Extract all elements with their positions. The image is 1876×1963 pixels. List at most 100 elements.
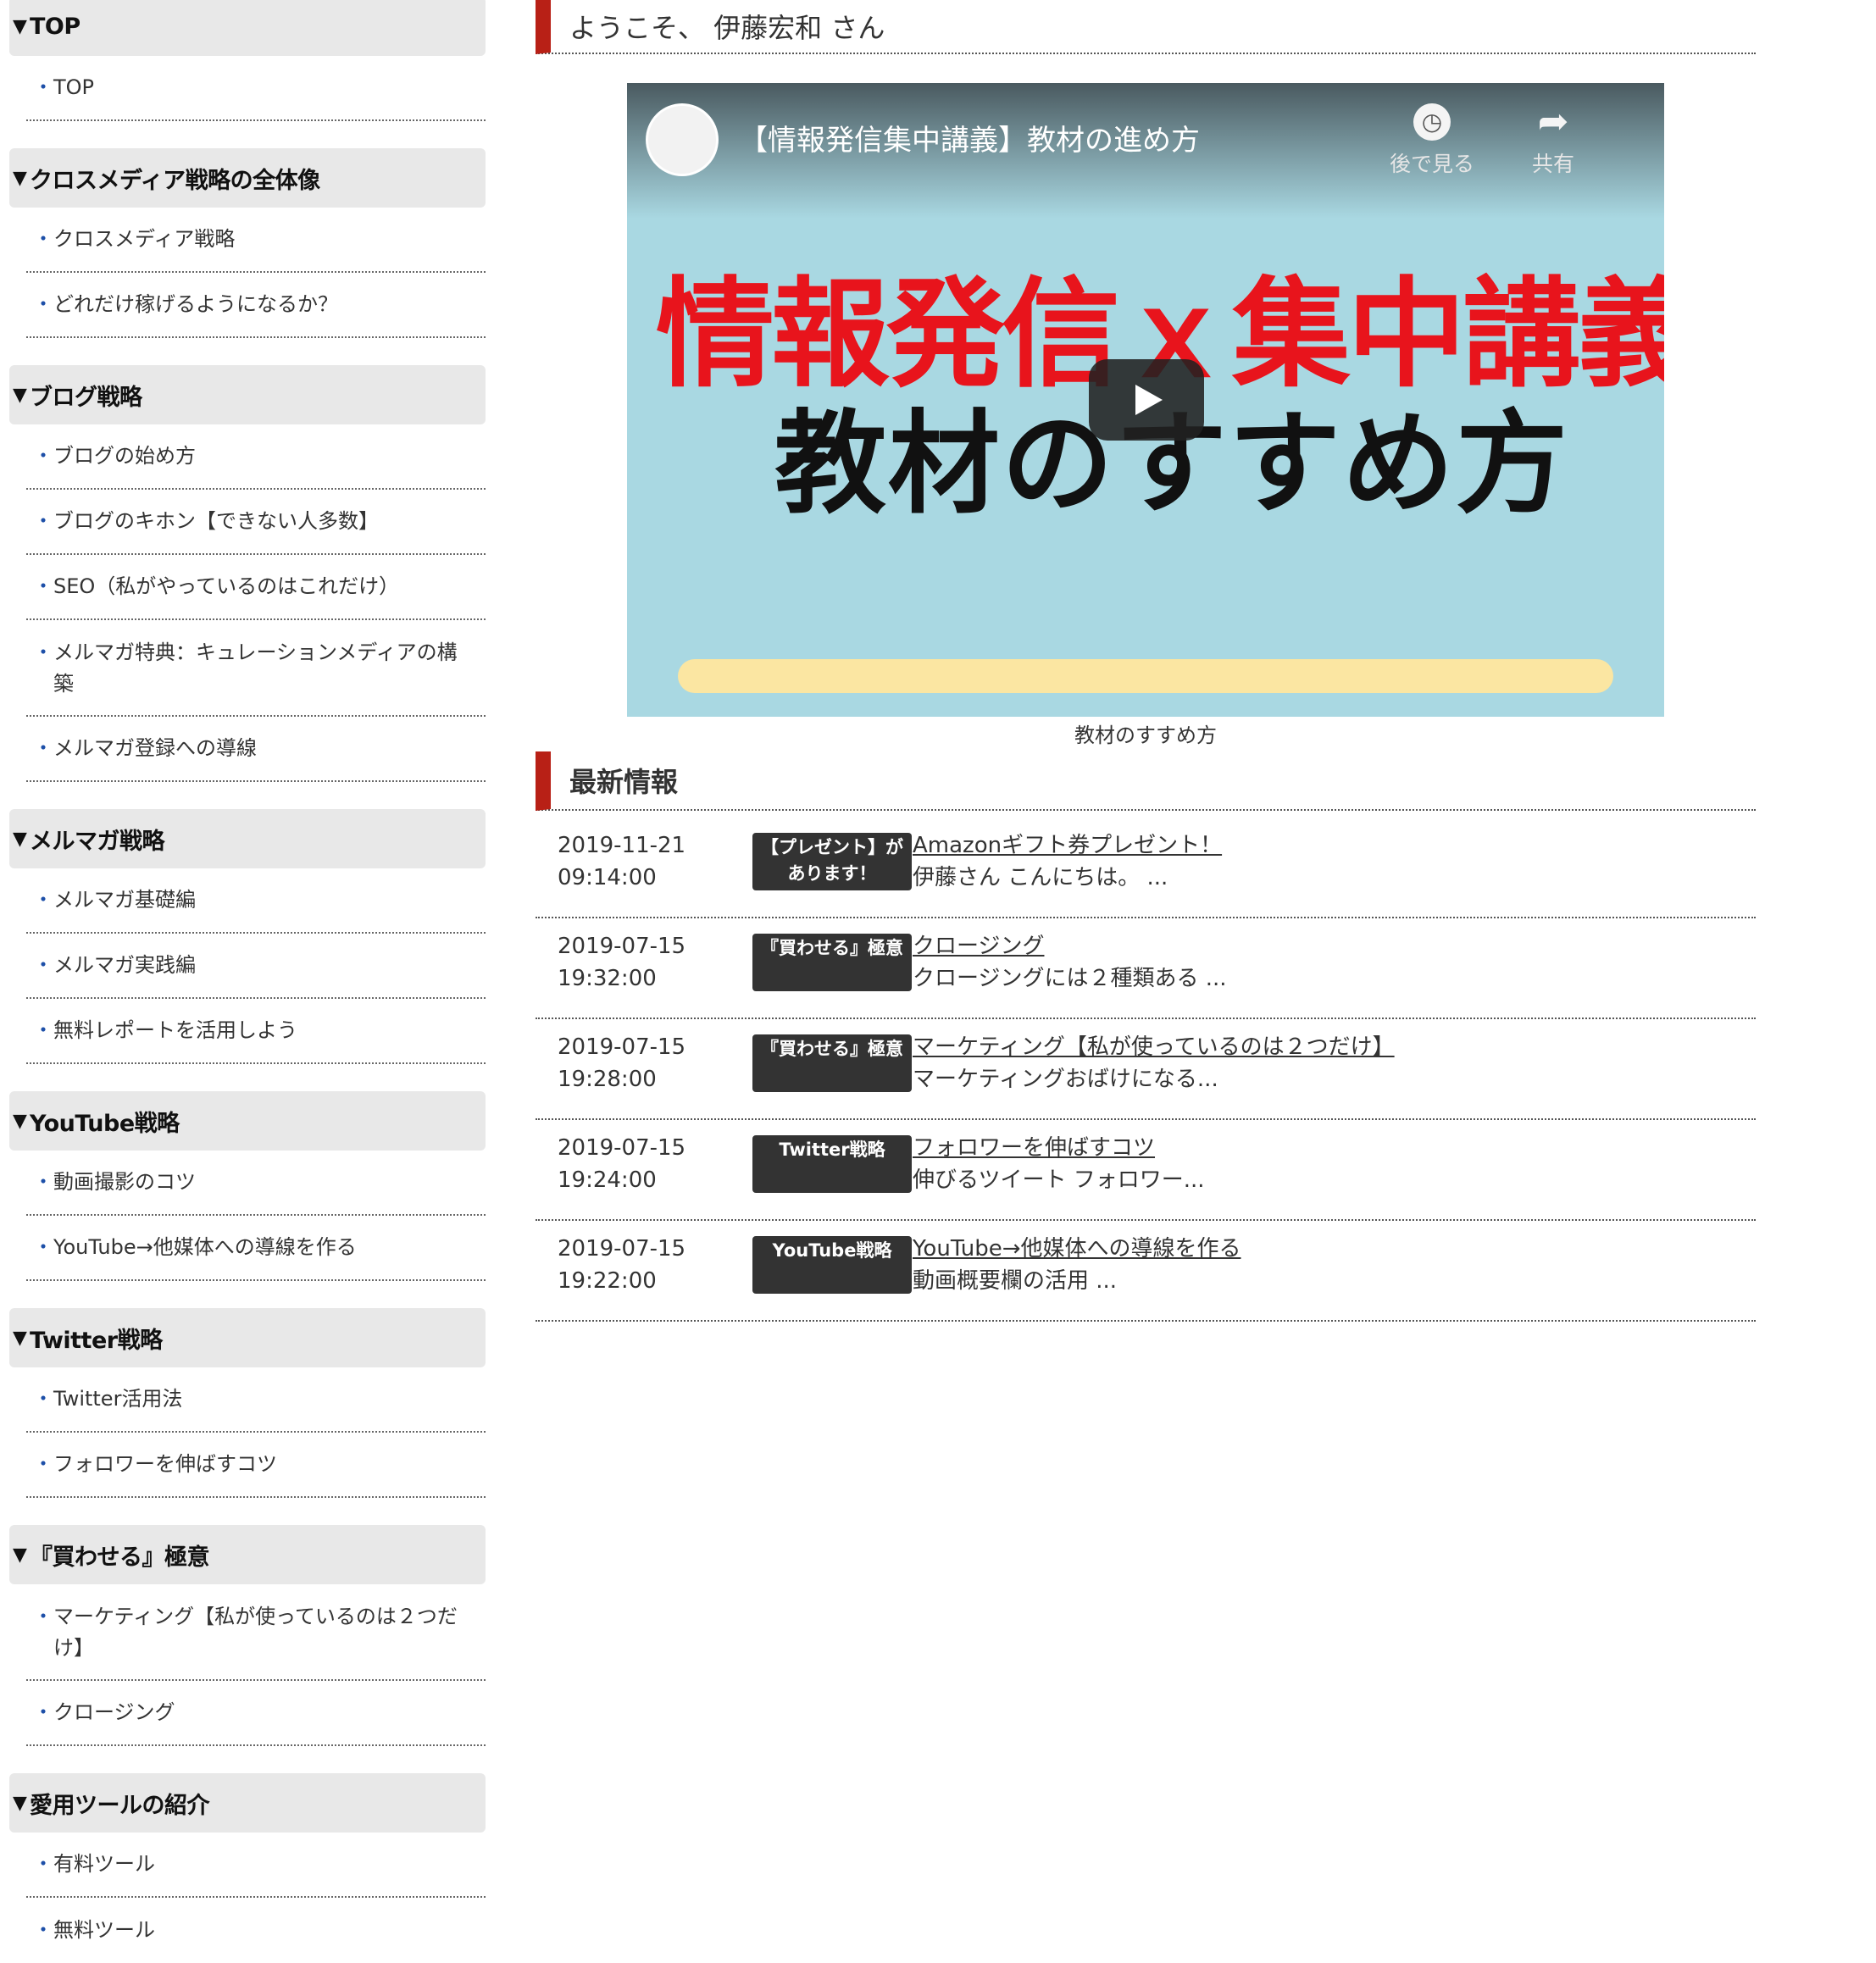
news-time: 19:28:00 (558, 1067, 657, 1092)
sidebar-category[interactable]: ▼ クロスメディア戦略の全体像 (9, 148, 486, 208)
video-player[interactable]: 情報発信ｘ集中講義 教材のすすめ方 【情報発信集中講義】教材の進め方 ◷ 後で見… (627, 83, 1664, 717)
welcome-text: ようこそ、 伊藤宏和 さん (569, 12, 885, 44)
news-row: 2019-07-15 19:22:00 YouTube戦略 YouTube→他媒体への… (536, 1223, 1756, 1322)
video-title[interactable]: 【情報発信集中講義】教材の進め方 (739, 117, 1200, 158)
sidebar: ▼ TOP ・ TOP ▼ クロスメディア戦略の全体像・クロスメディア戦略・どれだけ稼げる… (9, 0, 486, 1963)
news-row: 2019-07-15 19:28:00 『買わせる』極意 マーケティング【私が使ってい… (536, 1021, 1756, 1120)
sidebar-category-title: TOP (30, 13, 80, 40)
sidebar-item[interactable]: ・ Twitter活用法 (26, 1367, 486, 1433)
sidebar-item-label: ブログのキホン【できない人多数】 (53, 509, 379, 533)
sidebar-item-label: 有料ツール (53, 1852, 155, 1876)
sidebar-item[interactable]: ・マーケティング【私が使っているのは２つだけ】 (26, 1584, 486, 1681)
sidebar-item-label: 動画撮影のコツ (53, 1170, 196, 1194)
share-arrow-icon: ➦ (1537, 100, 1569, 143)
latest-news-heading: 最新情報 (536, 751, 1756, 811)
sidebar-item[interactable]: ・ブログの始め方 (26, 424, 486, 490)
sidebar-item-label: Twitter活用法 (53, 1387, 183, 1411)
sidebar-item[interactable]: ・無料ツール (26, 1898, 486, 1963)
triangle-down-icon: ▼ (13, 15, 27, 37)
bullet-icon: ・ (33, 1452, 53, 1476)
sidebar-category-title: クロスメディア戦略の全体像 (30, 167, 320, 194)
channel-avatar[interactable] (646, 103, 719, 176)
sidebar-category-title: YouTube戦略 (30, 1110, 180, 1137)
sidebar-category-title: 愛用ツールの紹介 (30, 1792, 210, 1819)
news-datetime: 2019-11-21 09:14:00 (558, 829, 685, 894)
sidebar-item[interactable]: ・ SEO（私がやっているのはこれだけ） (26, 555, 486, 620)
triangle-down-icon: ▼ (13, 1792, 27, 1814)
news-title-link[interactable]: Amazonギフト券プレゼント！ (913, 829, 1222, 862)
sidebar-item-label: マーケティング【私が使っているのは２つだけ】 (53, 1605, 458, 1660)
sidebar-item[interactable]: ・フォロワーを伸ばすコツ (26, 1433, 486, 1498)
sidebar-item-label: ブログの始め方 (53, 444, 196, 468)
category-badge: 『買わせる』極意 (752, 934, 912, 991)
triangle-down-icon: ▼ (13, 1327, 27, 1349)
sidebar-item-label: クロージング (53, 1700, 175, 1724)
play-icon (1135, 385, 1163, 415)
sidebar-item[interactable]: ・どれだけ稼げるようになるか？ (26, 273, 486, 338)
news-excerpt: 伊藤さん こんにちは。 ... (913, 865, 1168, 890)
news-title-link[interactable]: フォロワーを伸ばすコツ (913, 1132, 1155, 1164)
sidebar-category[interactable]: ▼ ブログ戦略 (9, 365, 486, 424)
sidebar-category[interactable]: ▼ TOP (9, 0, 486, 56)
play-button[interactable] (1089, 359, 1204, 441)
sidebar-item-label: 無料レポートを活用しよう (53, 1018, 297, 1042)
sidebar-item[interactable]: ・メルマガ登録への導線 (26, 717, 486, 782)
sidebar-category[interactable]: ▼ メルマガ戦略 (9, 809, 486, 868)
sidebar-category[interactable]: ▼ Twitter戦略 (9, 1308, 486, 1367)
sidebar-item-label: メルマガ基礎編 (53, 888, 196, 912)
sidebar-item-label: メルマガ実践編 (53, 953, 196, 977)
bullet-icon: ・ (33, 1170, 53, 1194)
news-title-link[interactable]: YouTube→他媒体への導線を作る (913, 1233, 1241, 1265)
news-datetime: 2019-07-15 19:32:00 (558, 930, 685, 995)
share-button[interactable]: ➦ 共有 (1502, 103, 1604, 178)
sidebar-item[interactable]: ・無料レポートを活用しよう (26, 999, 486, 1064)
sidebar-item[interactable]: ・メルマガ基礎編 (26, 868, 486, 934)
sidebar-item-label: TOP (53, 75, 95, 99)
bullet-icon: ・ (33, 227, 53, 251)
bullet-icon: ・ (33, 1018, 53, 1042)
sidebar-item-label: 無料ツール (53, 1918, 155, 1942)
news-time: 09:14:00 (558, 865, 657, 890)
news-excerpt: マーケティングおばけになる... (913, 1067, 1218, 1092)
bullet-icon: ・ (33, 292, 53, 316)
news-title-link[interactable]: マーケティング【私が使っているのは２つだけ】 (913, 1031, 1395, 1063)
sidebar-category[interactable]: ▼ 愛用ツールの紹介 (9, 1773, 486, 1833)
sidebar-category-title: 『買わせる』極意 (30, 1544, 210, 1571)
bullet-icon: ・ (33, 444, 53, 468)
sidebar-category[interactable]: ▼ YouTube戦略 (9, 1091, 486, 1151)
news-excerpt: クロージングには２種類ある ... (913, 966, 1227, 991)
sidebar-item-label: どれだけ稼げるようになるか？ (53, 292, 338, 316)
sidebar-item[interactable]: ・ YouTube→他媒体への導線を作る (26, 1216, 486, 1281)
sidebar-item-label: メルマガ登録への導線 (53, 736, 257, 760)
clock-icon: ◷ (1413, 103, 1451, 141)
bullet-icon: ・ (33, 640, 53, 664)
news-datetime: 2019-07-15 19:22:00 (558, 1233, 685, 1297)
triangle-down-icon: ▼ (13, 1110, 27, 1132)
sidebar-item[interactable]: ・メルマガ特典：キュレーションメディアの構築 (26, 620, 486, 717)
sidebar-item[interactable]: ・動画撮影のコツ (26, 1151, 486, 1216)
sidebar-item[interactable]: ・ TOP (26, 56, 486, 121)
category-badge: 『買わせる』極意 (752, 1034, 912, 1092)
sidebar-item[interactable]: ・メルマガ実践編 (26, 934, 486, 999)
main-content: ようこそ、 伊藤宏和 さん 情報発信ｘ集中講義 教材のすすめ方 【情報発信集中講… (536, 0, 1756, 1322)
sidebar-category-title: メルマガ戦略 (30, 828, 165, 855)
sidebar-item[interactable]: ・クロスメディア戦略 (26, 208, 486, 273)
sidebar-item[interactable]: ・有料ツール (26, 1833, 486, 1898)
news-datetime: 2019-07-15 19:28:00 (558, 1031, 685, 1095)
news-excerpt: 伸びるツイート フォロワー... (913, 1167, 1205, 1193)
watch-later-button[interactable]: ◷ 後で見る (1381, 103, 1483, 178)
news-date: 2019-07-15 (558, 1034, 686, 1060)
sidebar-category[interactable]: ▼ 『買わせる』極意 (9, 1525, 486, 1584)
latest-news-title: 最新情報 (569, 766, 679, 798)
news-time: 19:24:00 (558, 1167, 657, 1193)
news-title-link[interactable]: クロージング (913, 930, 1044, 962)
sidebar-item-label: メルマガ特典：キュレーションメディアの構築 (53, 640, 458, 696)
news-excerpt: 動画概要欄の活用 ... (913, 1268, 1118, 1294)
news-row: 2019-11-21 09:14:00 【プレゼント】があります！ Amazonギフト… (536, 819, 1756, 918)
sidebar-item[interactable]: ・クロージング (26, 1681, 486, 1746)
bullet-icon: ・ (33, 574, 53, 598)
bullet-icon: ・ (33, 736, 53, 760)
sidebar-item[interactable]: ・ブログのキホン【できない人多数】 (26, 490, 486, 555)
bullet-icon: ・ (33, 953, 53, 977)
bullet-icon: ・ (33, 1700, 53, 1724)
